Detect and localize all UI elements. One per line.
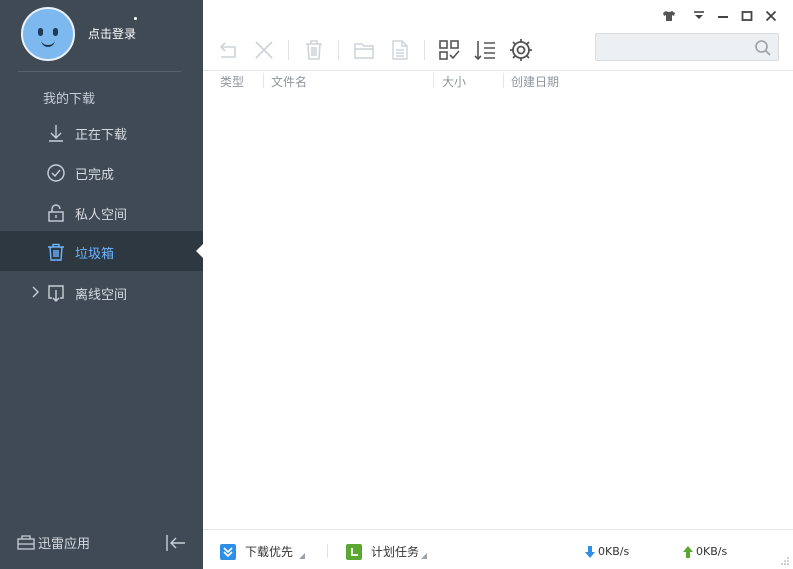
- close-icon: [765, 10, 777, 22]
- download-priority-label: 下载优先: [245, 545, 294, 559]
- menu-dropdown-icon: [694, 11, 704, 19]
- folder-icon: [354, 43, 374, 59]
- column-divider[interactable]: [263, 73, 264, 88]
- sidebar-item-label: 垃圾箱: [75, 247, 115, 262]
- search-icon[interactable]: [754, 39, 772, 57]
- toolbar-divider: [338, 40, 339, 60]
- sidebar-item-private-space[interactable]: 私人空间: [0, 192, 203, 232]
- open-file-button[interactable]: [387, 37, 413, 63]
- sidebar-item-label: 正在下载: [75, 128, 128, 143]
- apps-button[interactable]: 迅雷应用: [16, 533, 90, 552]
- close-button[interactable]: [759, 6, 783, 26]
- resize-grip-icon[interactable]: [781, 557, 789, 565]
- arrow-up-icon: [683, 545, 693, 558]
- scheduled-tasks-label: 计划任务: [371, 545, 420, 559]
- download-priority-button[interactable]: 下载优先: [220, 543, 306, 560]
- column-headers: 类型 文件名 大小 创建日期: [203, 71, 793, 91]
- avatar-eye: [53, 28, 58, 36]
- search-box[interactable]: [595, 33, 779, 61]
- download-speed-value: 0KB/s: [598, 545, 630, 558]
- column-header-created[interactable]: 创建日期: [511, 73, 559, 90]
- arrow-down-icon: [585, 545, 595, 558]
- trash-icon: [306, 40, 322, 60]
- avatar-eye: [38, 28, 43, 36]
- window-controls: [657, 6, 783, 26]
- minimize-button[interactable]: [711, 6, 735, 26]
- sidebar: 点击登录 我的下载 正在下载 已完成 私人空间 垃圾箱 离线空间 迅雷应用: [0, 0, 203, 569]
- column-header-type[interactable]: 类型: [220, 73, 244, 90]
- section-title-my-downloads: 我的下载: [43, 92, 96, 107]
- undo-icon: [219, 42, 236, 58]
- download-priority-icon: [220, 543, 236, 560]
- chevron-right-icon[interactable]: [31, 285, 41, 299]
- column-header-filename[interactable]: 文件名: [271, 73, 307, 90]
- notification-dot: [134, 17, 137, 20]
- apps-icon: [17, 534, 35, 550]
- login-link[interactable]: 点击登录: [88, 25, 136, 42]
- shirt-icon: [663, 11, 675, 21]
- sidebar-item-label: 已完成: [75, 168, 115, 183]
- gear-icon: [510, 39, 532, 61]
- avatar[interactable]: [21, 7, 75, 61]
- skin-button[interactable]: [657, 6, 681, 26]
- collapse-sidebar-icon[interactable]: [164, 532, 188, 554]
- cloud-download-icon: [48, 285, 64, 302]
- maximize-button[interactable]: [735, 6, 759, 26]
- lock-icon: [48, 204, 64, 222]
- sidebar-divider: [18, 71, 181, 72]
- sidebar-item-completed[interactable]: 已完成: [0, 152, 203, 192]
- upload-speed-value: 0KB/s: [696, 545, 728, 558]
- column-header-size[interactable]: 大小: [442, 73, 466, 90]
- toolbar-divider: [288, 40, 289, 60]
- open-folder-button[interactable]: [351, 37, 377, 63]
- apps-label: 迅雷应用: [38, 537, 91, 552]
- scheduled-tasks-button[interactable]: 计划任务: [346, 543, 428, 560]
- upload-speed: 0KB/s: [682, 545, 727, 558]
- main-panel: 类型 文件名 大小 创建日期 下载优先 计划任务 0KB/s 0KB/s: [203, 0, 793, 569]
- sidebar-item-label: 离线空间: [75, 288, 128, 303]
- sidebar-item-label: 私人空间: [75, 208, 128, 223]
- dropdown-corner-icon: [421, 552, 428, 559]
- sort-icon: [474, 41, 495, 61]
- dropdown-corner-icon: [299, 552, 306, 559]
- empty-trash-button[interactable]: [301, 37, 327, 63]
- close-icon: [255, 41, 273, 59]
- column-divider[interactable]: [433, 73, 434, 88]
- download-speed: 0KB/s: [584, 545, 629, 558]
- sort-button[interactable]: [472, 37, 498, 63]
- sidebar-item-trash[interactable]: 垃圾箱: [0, 231, 203, 271]
- batch-select-button[interactable]: [436, 37, 462, 63]
- file-icon: [392, 40, 408, 60]
- minimize-icon: [718, 16, 728, 18]
- check-circle-icon: [47, 164, 65, 182]
- schedule-icon: [346, 543, 362, 560]
- toolbar-divider: [424, 40, 425, 60]
- sidebar-item-downloading[interactable]: 正在下载: [0, 112, 203, 152]
- trash-icon: [48, 243, 64, 261]
- sidebar-item-offline-space[interactable]: 离线空间: [0, 272, 203, 312]
- delete-task-button[interactable]: [251, 37, 277, 63]
- status-bar: 下载优先 计划任务 0KB/s 0KB/s: [203, 529, 793, 569]
- menu-button[interactable]: [687, 6, 711, 26]
- download-icon: [49, 125, 63, 142]
- column-divider[interactable]: [503, 73, 504, 88]
- search-input[interactable]: [596, 34, 746, 60]
- maximize-icon: [741, 11, 753, 21]
- avatar-mouth: [41, 40, 55, 47]
- grid-check-icon: [439, 40, 460, 60]
- settings-button[interactable]: [508, 37, 534, 63]
- restore-button[interactable]: [215, 37, 241, 63]
- status-divider: [327, 544, 328, 558]
- toolbar: [203, 32, 793, 68]
